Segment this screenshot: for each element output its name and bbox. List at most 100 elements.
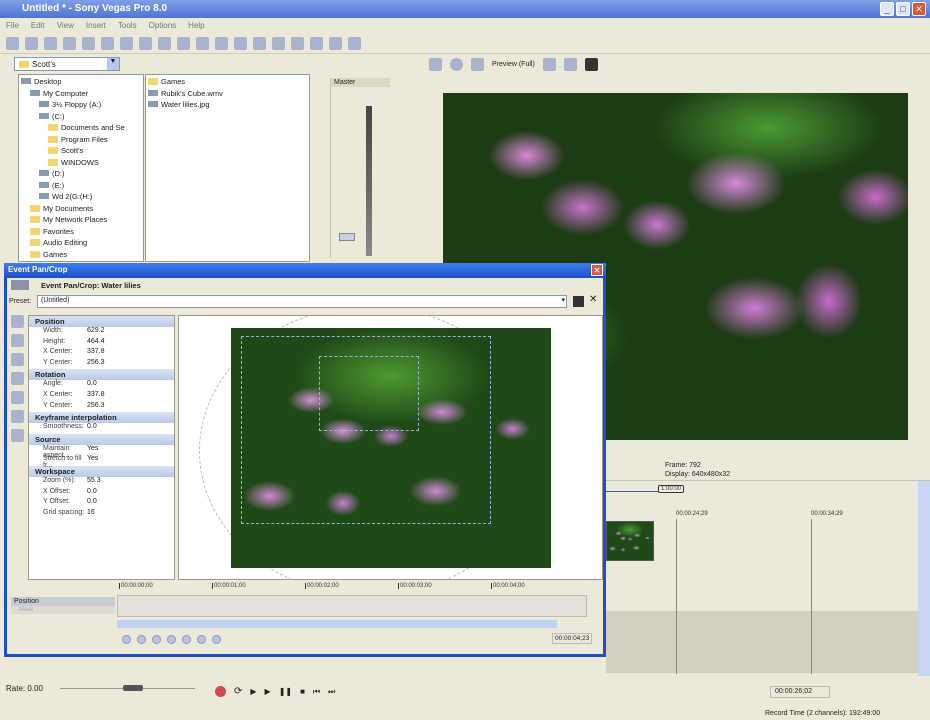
property-row[interactable]: Y Center: 256.3 bbox=[29, 402, 174, 413]
marker[interactable]: 1:00:00 bbox=[658, 485, 685, 493]
section-header[interactable]: Source bbox=[29, 433, 174, 445]
selection-tool-icon[interactable] bbox=[291, 37, 304, 50]
track-mask[interactable]: Mask bbox=[11, 606, 115, 614]
move-icon[interactable] bbox=[11, 429, 24, 442]
tree-item[interactable]: Favorites bbox=[21, 227, 141, 239]
tree-item[interactable]: Scott's bbox=[21, 146, 141, 158]
tree-item[interactable]: Audio Editing bbox=[21, 238, 141, 250]
close-button[interactable]: ✕ bbox=[912, 2, 926, 16]
file-item[interactable]: Rubik's Cube.wmv bbox=[148, 89, 307, 101]
file-item[interactable]: Games bbox=[148, 77, 307, 89]
property-value[interactable]: 629.2 bbox=[87, 327, 105, 338]
folder-tree[interactable]: Desktop My Computer 3½ Floppy (A:) (C:) Docu… bbox=[18, 74, 144, 262]
lock-envelopes-icon[interactable] bbox=[215, 37, 228, 50]
property-row[interactable]: X Center: 337.8 bbox=[29, 348, 174, 359]
play-icon[interactable]: ▶ bbox=[265, 687, 271, 696]
preview-settings-icon[interactable] bbox=[429, 57, 442, 71]
preview-quality-dropdown[interactable]: Preview (Full) bbox=[492, 61, 535, 68]
property-row[interactable]: Height: 464.4 bbox=[29, 338, 174, 349]
external-monitor-icon[interactable] bbox=[450, 57, 463, 71]
property-value[interactable]: 55.3 bbox=[87, 477, 101, 488]
last-keyframe-icon[interactable] bbox=[182, 635, 191, 644]
new-icon[interactable] bbox=[6, 37, 19, 50]
keyframe-timeline[interactable] bbox=[117, 595, 587, 617]
property-row[interactable]: Smoothness: 0.0 bbox=[29, 423, 174, 434]
undo-icon[interactable] bbox=[139, 37, 152, 50]
normal-edit-tool-icon[interactable] bbox=[11, 315, 24, 328]
first-keyframe-icon[interactable] bbox=[137, 635, 146, 644]
tree-item[interactable]: Program Files bbox=[21, 135, 141, 147]
property-value[interactable]: Yes bbox=[87, 445, 98, 456]
horizontal-scrollbar[interactable] bbox=[117, 620, 557, 628]
menu-insert[interactable]: Insert bbox=[86, 21, 106, 31]
open-icon[interactable] bbox=[25, 37, 38, 50]
section-header[interactable]: Rotation bbox=[29, 369, 174, 381]
file-item[interactable]: Water lilies.jpg bbox=[148, 100, 307, 112]
property-row[interactable]: Y Offset: 0.0 bbox=[29, 498, 174, 509]
help-icon[interactable] bbox=[348, 37, 361, 50]
property-value[interactable]: 337.8 bbox=[87, 348, 105, 359]
normal-edit-tool-icon[interactable] bbox=[253, 37, 266, 50]
section-header[interactable]: Position bbox=[29, 316, 174, 327]
zoom-tool-icon[interactable] bbox=[11, 353, 24, 366]
vertical-scrollbar[interactable] bbox=[918, 481, 930, 676]
property-row[interactable]: Stretch to fill fr... Yes bbox=[29, 455, 174, 469]
menu-view[interactable]: View bbox=[57, 21, 74, 31]
volume-fader[interactable] bbox=[339, 233, 355, 241]
loop-icon[interactable]: ⟳ bbox=[234, 686, 242, 697]
delete-preset-icon[interactable]: ✕ bbox=[589, 294, 597, 305]
tree-item[interactable]: Games bbox=[21, 250, 141, 262]
cut-icon[interactable] bbox=[82, 37, 95, 50]
envelope-tool-icon[interactable] bbox=[272, 37, 285, 50]
property-row[interactable]: Width: 629.2 bbox=[29, 327, 174, 338]
ignore-event-grouping-icon[interactable] bbox=[234, 37, 247, 50]
render-icon[interactable] bbox=[329, 37, 342, 50]
tree-item[interactable]: My Network Places bbox=[21, 215, 141, 227]
tree-item[interactable]: 3½ Floppy (A:) bbox=[21, 100, 141, 112]
copy-snapshot-icon[interactable] bbox=[563, 57, 577, 71]
property-row[interactable]: X Center: 337.8 bbox=[29, 391, 174, 402]
file-list[interactable]: Games Rubik's Cube.wmv Water lilies.jpg bbox=[145, 74, 310, 262]
menu-edit[interactable]: Edit bbox=[31, 21, 45, 31]
property-row[interactable]: Zoom (%): 55.3 bbox=[29, 477, 174, 488]
sync-cursor-icon[interactable] bbox=[122, 635, 131, 644]
menu-options[interactable]: Options bbox=[149, 21, 177, 31]
property-value[interactable]: 256.3 bbox=[87, 359, 105, 370]
prev-keyframe-icon[interactable] bbox=[152, 635, 161, 644]
property-value[interactable]: 337.8 bbox=[87, 391, 105, 402]
properties-panel[interactable]: Position Width: 629.2 Height: 464.4 X Center:… bbox=[28, 315, 175, 580]
property-row[interactable]: Y Center: 256.3 bbox=[29, 359, 174, 370]
pause-icon[interactable]: ❚❚ bbox=[279, 687, 292, 696]
maximize-button[interactable]: □ bbox=[896, 2, 910, 16]
save-snapshot-icon[interactable] bbox=[584, 57, 598, 71]
enable-snapping-icon[interactable] bbox=[177, 37, 190, 50]
section-header[interactable]: Workspace bbox=[29, 465, 174, 477]
property-value[interactable]: Yes bbox=[87, 455, 98, 466]
chevron-down-icon[interactable]: ▾ bbox=[561, 296, 565, 304]
property-value[interactable]: 16 bbox=[87, 509, 95, 520]
audio-track-area[interactable] bbox=[606, 611, 918, 673]
lock-aspect-icon[interactable] bbox=[11, 372, 24, 385]
preset-dropdown[interactable]: (Untitled) ▾ bbox=[37, 295, 567, 308]
property-value[interactable]: 464.4 bbox=[87, 338, 105, 349]
location-dropdown[interactable]: Scott's ▼ bbox=[14, 57, 120, 71]
move-freely-icon[interactable] bbox=[11, 410, 24, 423]
property-value[interactable]: 0.0 bbox=[87, 498, 97, 509]
scale-about-center-icon[interactable] bbox=[11, 391, 24, 404]
track-position[interactable]: Position bbox=[11, 597, 115, 606]
property-row[interactable]: Grid spacing: 16 bbox=[29, 509, 174, 520]
tree-item[interactable]: (E:) bbox=[21, 181, 141, 193]
paste-icon[interactable] bbox=[120, 37, 133, 50]
go-to-start-icon[interactable]: ⏮ bbox=[313, 687, 320, 697]
pan-crop-workspace[interactable] bbox=[178, 315, 603, 580]
menu-file[interactable]: File bbox=[6, 21, 19, 31]
section-header[interactable]: Keyframe interpolation bbox=[29, 412, 174, 424]
overlays-icon[interactable] bbox=[542, 57, 556, 71]
record-icon[interactable] bbox=[215, 686, 226, 697]
save-icon[interactable] bbox=[44, 37, 57, 50]
dialog-close-button[interactable]: ✕ bbox=[591, 264, 603, 276]
minimize-button[interactable]: _ bbox=[880, 2, 894, 16]
tree-item[interactable]: Desktop bbox=[21, 77, 141, 89]
redo-icon[interactable] bbox=[158, 37, 171, 50]
zoom-tool-icon[interactable] bbox=[310, 37, 323, 50]
